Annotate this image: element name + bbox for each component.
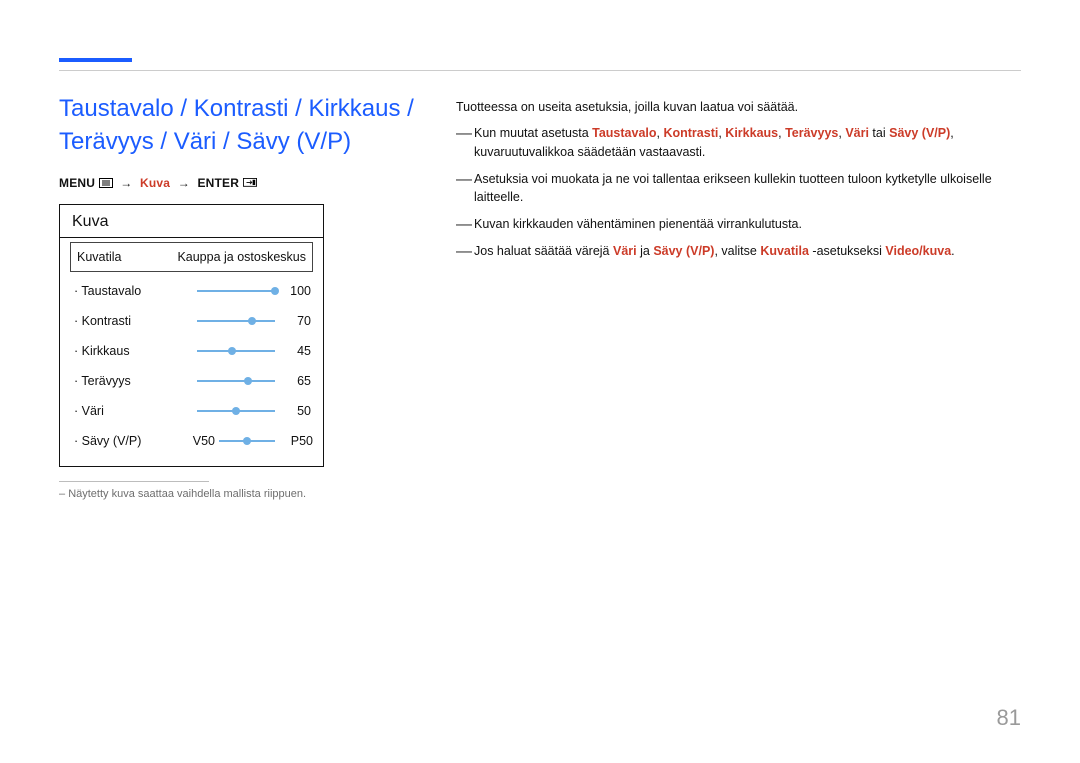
picture-mode-value: Kauppa ja ostoskeskus [163,250,310,264]
color-label: Väri [70,404,168,418]
backlight-slider[interactable] [197,287,279,295]
breadcrumb-arrow-2: → [178,176,190,190]
footnote-text: Näytetty kuva saattaa vaihdella mallista… [68,488,306,500]
brightness-value: 45 [279,344,313,358]
color-value: 50 [279,404,313,418]
breadcrumb-menu-label: MENU [59,176,95,190]
contrast-value: 70 [279,314,313,328]
note-dash-icon: ― [456,240,472,264]
page-title: Taustavalo / Kontrasti / Kirkkaus / Terä… [59,92,419,158]
row-brightness[interactable]: Kirkkaus 45 [70,336,313,366]
note-3: ― Kuvan kirkkauden vähentäminen pienentä… [456,215,1021,234]
tint-left-value: V50 [185,434,215,448]
brightness-label: Kirkkaus [70,344,168,358]
sharpness-value: 65 [279,374,313,388]
contrast-label: Kontrasti [70,314,168,328]
left-column: Taustavalo / Kontrasti / Kirkkaus / Terä… [59,92,419,500]
tint-label: Sävy (V/P) [70,434,168,448]
tint-right-value: P50 [283,434,313,448]
picture-mode-label: Kuvatila [73,250,163,264]
panel-header: Kuva [60,205,323,238]
color-slider[interactable] [197,407,279,415]
row-backlight[interactable]: Taustavalo 100 [70,276,313,306]
tint-slider[interactable] [219,437,279,445]
note-2: ― Asetuksia voi muokata ja ne voi tallen… [456,170,1021,208]
picture-settings-panel: Kuva Kuvatila Kauppa ja ostoskeskus Taus… [59,204,324,467]
panel-body: Kuvatila Kauppa ja ostoskeskus Taustaval… [60,238,323,466]
backlight-value: 100 [279,284,313,298]
row-picture-mode[interactable]: Kuvatila Kauppa ja ostoskeskus [70,242,313,272]
note-4: ― Jos haluat säätää värejä Väri ja Sävy … [456,242,1021,261]
header-rule [59,70,1021,71]
menu-icon [99,178,113,188]
row-color[interactable]: Väri 50 [70,396,313,426]
note-dash-icon: ― [456,213,472,237]
sharpness-label: Terävyys [70,374,168,388]
row-tint[interactable]: Sävy (V/P) V50 P50 [70,426,313,456]
intro-text: Tuotteessa on useita asetuksia, joilla k… [456,100,1021,114]
page-number: 81 [997,705,1021,731]
brightness-slider[interactable] [197,347,279,355]
sharpness-slider[interactable] [197,377,279,385]
contrast-slider[interactable] [197,317,279,325]
notes-list: ― Kun muutat asetusta Taustavalo, Kontra… [456,124,1021,261]
breadcrumb-arrow-1: → [120,176,132,190]
note-dash-icon: ― [456,122,472,146]
breadcrumb-kuva: Kuva [140,176,170,190]
footnote: – Näytetty kuva saattaa vaihdella mallis… [59,488,419,500]
note-1: ― Kun muutat asetusta Taustavalo, Kontra… [456,124,1021,162]
note-dash-icon: ― [456,168,472,192]
footnote-rule [59,481,209,482]
enter-icon [243,178,257,188]
backlight-label: Taustavalo [70,284,168,298]
row-contrast[interactable]: Kontrasti 70 [70,306,313,336]
breadcrumb-enter-label: ENTER [197,176,239,190]
right-column: Tuotteessa on useita asetuksia, joilla k… [456,100,1021,269]
row-sharpness[interactable]: Terävyys 65 [70,366,313,396]
breadcrumb: MENU → Kuva → ENTER [59,176,419,190]
header-accent-bar [59,58,132,62]
